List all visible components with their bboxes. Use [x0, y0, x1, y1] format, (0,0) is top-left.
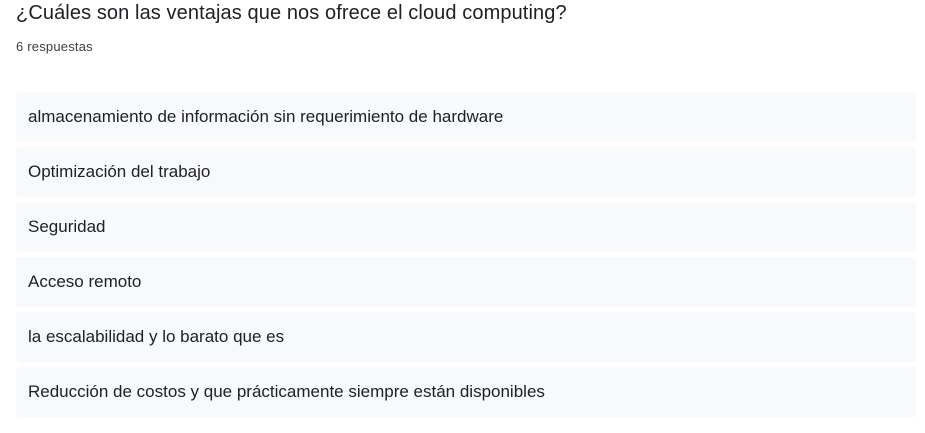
response-item: almacenamiento de información sin requer… — [16, 92, 916, 142]
response-item: Reducción de costos y que prácticamente … — [16, 367, 916, 417]
response-list: almacenamiento de información sin requer… — [16, 92, 916, 422]
response-item: Optimización del trabajo — [16, 147, 916, 197]
response-item: Acceso remoto — [16, 257, 916, 307]
response-count: 6 respuestas — [16, 39, 93, 54]
question-title: ¿Cuáles son las ventajas que nos ofrece … — [16, 2, 567, 24]
response-item: la escalabilidad y lo barato que es — [16, 312, 916, 362]
response-item: Seguridad — [16, 202, 916, 252]
